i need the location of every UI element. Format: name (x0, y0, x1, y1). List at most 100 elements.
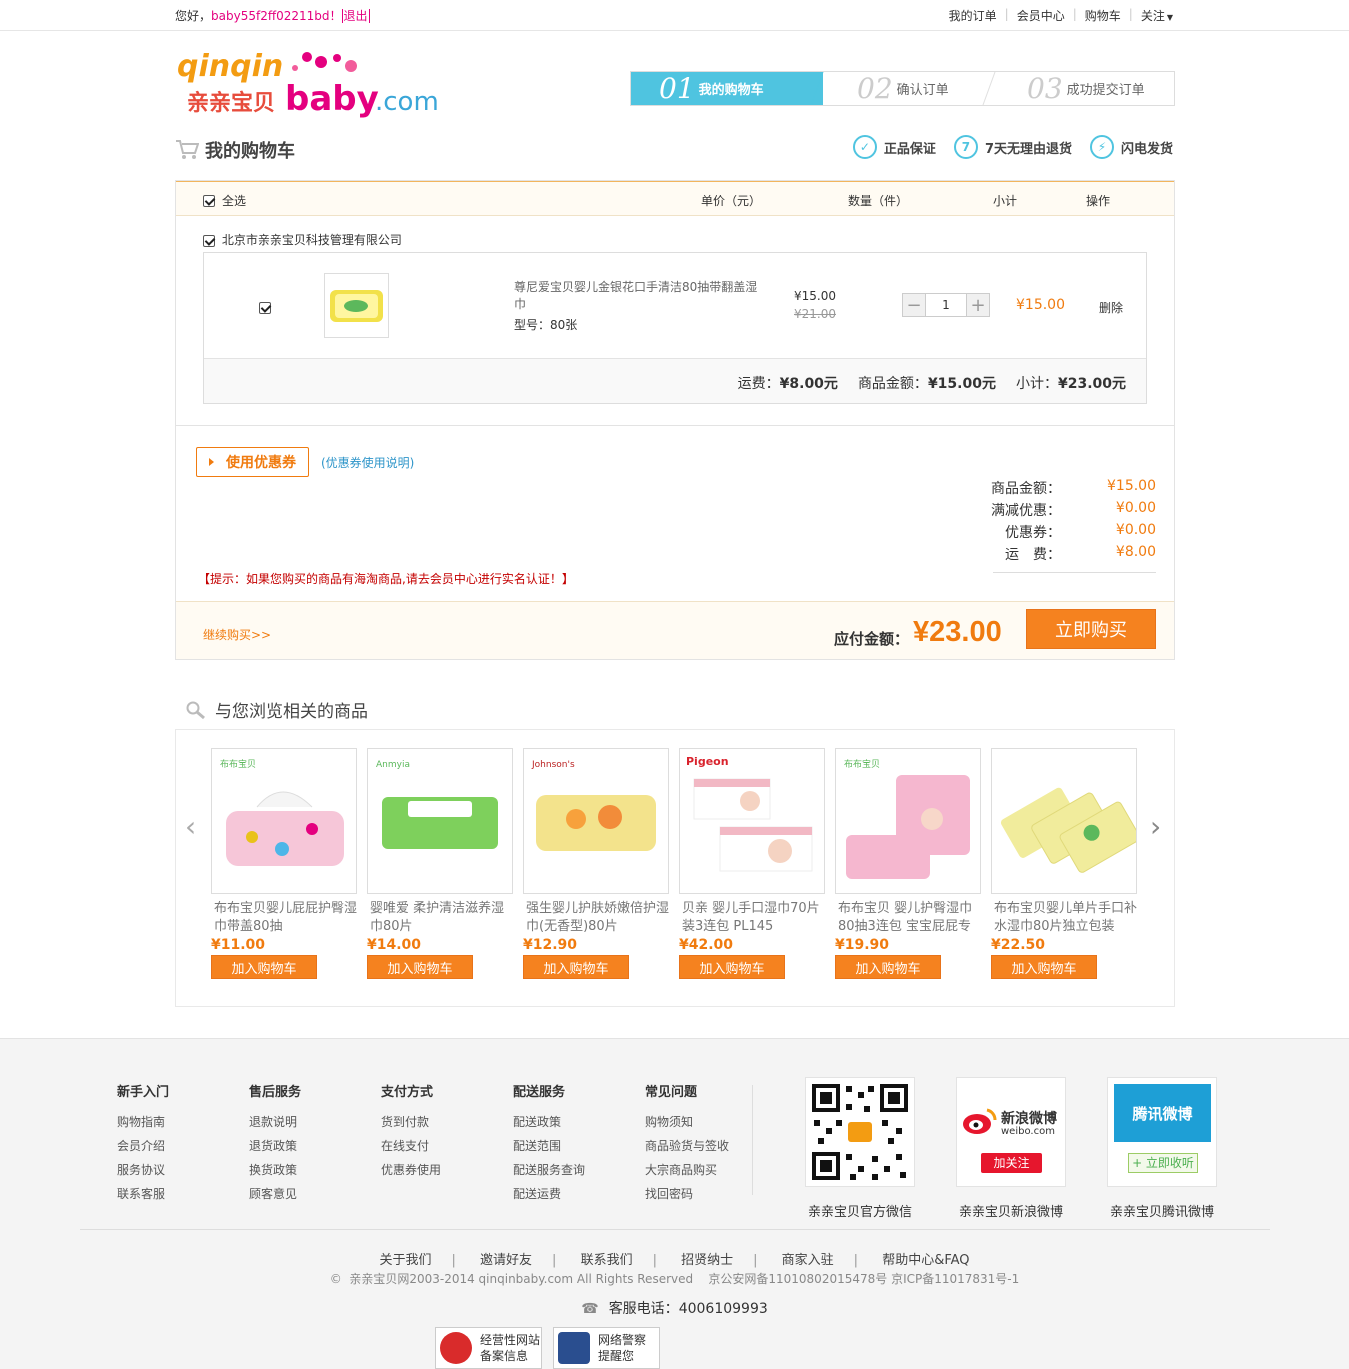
footer-link[interactable]: 配送范围 (513, 1134, 585, 1158)
carousel-prev-arrow[interactable]: ‹ (185, 810, 196, 843)
product-image[interactable]: Pigeon (679, 748, 825, 894)
footer-link[interactable]: 会员介绍 (117, 1134, 169, 1158)
svg-text:Johnson's: Johnson's (531, 760, 575, 770)
footer-column: 售后服务 退款说明 退货政策 换货政策 顾客意见 (249, 1081, 301, 1206)
summary-value: ¥0.00 (1115, 522, 1156, 538)
divider (80, 1229, 1270, 1230)
add-to-cart-button[interactable]: 加入购物车 (679, 955, 785, 979)
footer-link[interactable]: 优惠券使用 (381, 1158, 441, 1182)
product-image[interactable]: 布布宝贝 (211, 748, 357, 894)
nav-separator: | (1128, 7, 1133, 21)
item-name[interactable]: 尊尼爱宝贝婴儿金银花口手清洁80抽带翻盖湿巾 (514, 279, 764, 313)
divider (752, 1085, 753, 1195)
use-coupon-button[interactable]: 使用优惠券 (196, 447, 309, 477)
product-price: ¥19.90 (835, 937, 890, 953)
wechat-qr[interactable]: 亲亲宝贝官方微信 (805, 1077, 915, 1220)
footer-links: 关于我们 | 邀请好友 | 联系我们 | 招贤纳士 | 商家入驻 | 帮助中心&FAQ (379, 1253, 970, 1268)
subtotal-label: 小计： (1015, 376, 1058, 392)
seven-icon: 7 (953, 135, 978, 159)
select-all-checkbox[interactable] (203, 193, 215, 207)
delete-link[interactable]: 删除 (1099, 299, 1123, 316)
product-name[interactable]: 布布宝贝婴儿屁屁护臀湿巾带盖80抽 (211, 900, 357, 936)
col-qty: 数量（件） (848, 194, 909, 208)
footer-link[interactable]: 找回密码 (645, 1182, 729, 1206)
quantity-input[interactable]: 1 (925, 294, 967, 316)
contact-link[interactable]: 联系我们 (581, 1253, 633, 1268)
search-icon (186, 701, 205, 719)
shop-checkbox[interactable] (203, 233, 215, 247)
related-title: 与您浏览相关的商品 (215, 702, 368, 722)
product-image[interactable]: 布布宝贝 (835, 748, 981, 894)
site-logo[interactable]: qinqin 亲亲宝贝 baby .com (175, 48, 445, 130)
logo-text-com: .com (375, 87, 439, 117)
footer-link[interactable]: 配送服务查询 (513, 1158, 585, 1182)
buy-now-button[interactable]: 立即购买 (1026, 609, 1156, 649)
about-link[interactable]: 关于我们 (379, 1253, 431, 1268)
greeting: 您好，baby55f2ff02211bd！ 退出 (175, 7, 370, 24)
product-name[interactable]: 贝亲 婴儿手口湿巾70片装3连包 PL145 (679, 900, 825, 936)
product-name[interactable]: 布布宝贝 婴儿护臀湿巾80抽3连包 宝宝屁屁专 (835, 900, 981, 936)
cart-link[interactable]: 购物车 (1085, 7, 1121, 24)
product-price: ¥42.00 (679, 937, 734, 953)
footer-link[interactable]: 配送政策 (513, 1110, 585, 1134)
tencent-weibo[interactable]: 腾讯微博 + 立即收听 亲亲宝贝腾讯微博 (1107, 1077, 1217, 1220)
footer-link[interactable]: 换货政策 (249, 1158, 301, 1182)
svg-text:Pigeon: Pigeon (686, 755, 729, 768)
footer-column-title: 常见问题 (645, 1085, 698, 1100)
footer-link[interactable]: 退款说明 (249, 1110, 301, 1134)
item-thumbnail[interactable] (324, 273, 389, 338)
footer-link[interactable]: 联系客服 (117, 1182, 169, 1206)
footer-column-title: 支付方式 (381, 1085, 434, 1100)
my-orders-link[interactable]: 我的订单 (949, 7, 997, 24)
sina-weibo[interactable]: 新浪微博 weibo.com 加关注 亲亲宝贝新浪微博 (956, 1077, 1066, 1220)
member-center-link[interactable]: 会员中心 (1017, 7, 1065, 24)
footer-link[interactable]: 购物须知 (645, 1110, 729, 1134)
greeting-exclaim: ！ (329, 9, 342, 23)
footer-link[interactable]: 退货政策 (249, 1134, 301, 1158)
svg-text:Anmyia: Anmyia (376, 760, 410, 770)
cart-table-header: 全选 单价（元） 数量（件） 小计 操作 (176, 181, 1174, 216)
caret-down-icon: ▼ (1166, 13, 1173, 22)
product-image[interactable]: Johnson's (523, 748, 669, 894)
footer-link[interactable]: 商品验货与签收 (645, 1134, 729, 1158)
invite-link[interactable]: 邀请好友 (480, 1253, 532, 1268)
continue-shopping-link[interactable]: 继续购买>> (203, 626, 271, 643)
goods-label: 商品金额： (857, 376, 928, 392)
product-price: ¥14.00 (367, 937, 422, 953)
coupon-help-link[interactable]: (优惠券使用说明) (321, 454, 414, 471)
product-name[interactable]: 布布宝贝婴儿单片手口补水湿巾80片独立包装 (991, 900, 1137, 936)
item-checkbox[interactable] (259, 300, 271, 314)
footer-link[interactable]: 顾客意见 (249, 1182, 301, 1206)
add-to-cart-button[interactable]: 加入购物车 (523, 955, 629, 979)
add-to-cart-button[interactable]: 加入购物车 (367, 955, 473, 979)
help-link[interactable]: 帮助中心&FAQ (882, 1253, 969, 1268)
weibo-follow-button[interactable]: 加关注 (981, 1153, 1042, 1173)
product-name[interactable]: 强生婴儿护肤娇嫩倍护湿巾(无香型)80片 (523, 900, 669, 936)
footer-link[interactable]: 货到付款 (381, 1110, 441, 1134)
footer-link[interactable]: 购物指南 (117, 1110, 169, 1134)
police-badge[interactable]: 网络警察 提醒您 (553, 1327, 660, 1369)
product-name[interactable]: 婴唯爱 柔护清洁滋养湿巾80片 (367, 900, 513, 936)
tencent-follow-button[interactable]: + 立即收听 (1128, 1153, 1198, 1173)
plus-button[interactable]: + (967, 294, 989, 316)
product-image[interactable] (991, 748, 1137, 894)
carousel-next-arrow[interactable]: › (1150, 810, 1161, 843)
footer-link[interactable]: 在线支付 (381, 1134, 441, 1158)
add-to-cart-button[interactable]: 加入购物车 (991, 955, 1097, 979)
footer-link[interactable]: 服务协议 (117, 1158, 169, 1182)
merchant-link[interactable]: 商家入驻 (782, 1253, 834, 1268)
add-to-cart-button[interactable]: 加入购物车 (835, 955, 941, 979)
jobs-link[interactable]: 招贤纳士 (681, 1253, 733, 1268)
icp-badge[interactable]: 经营性网站 备案信息 (435, 1327, 542, 1369)
add-to-cart-button[interactable]: 加入购物车 (211, 955, 317, 979)
follow-dropdown[interactable]: 关注 ▼ (1141, 7, 1173, 24)
product-image[interactable]: Anmyia (367, 748, 513, 894)
footer-link[interactable]: 大宗商品购买 (645, 1158, 729, 1182)
step-label: 成功提交订单 (1066, 83, 1145, 98)
minus-button[interactable]: − (903, 294, 925, 316)
username[interactable]: baby55f2ff02211bd (211, 9, 330, 23)
step-divider (982, 72, 996, 105)
footer-link[interactable]: 配送运费 (513, 1182, 585, 1206)
step-label: 我的购物车 (698, 83, 764, 98)
logout-link[interactable]: 退出 (341, 9, 370, 23)
